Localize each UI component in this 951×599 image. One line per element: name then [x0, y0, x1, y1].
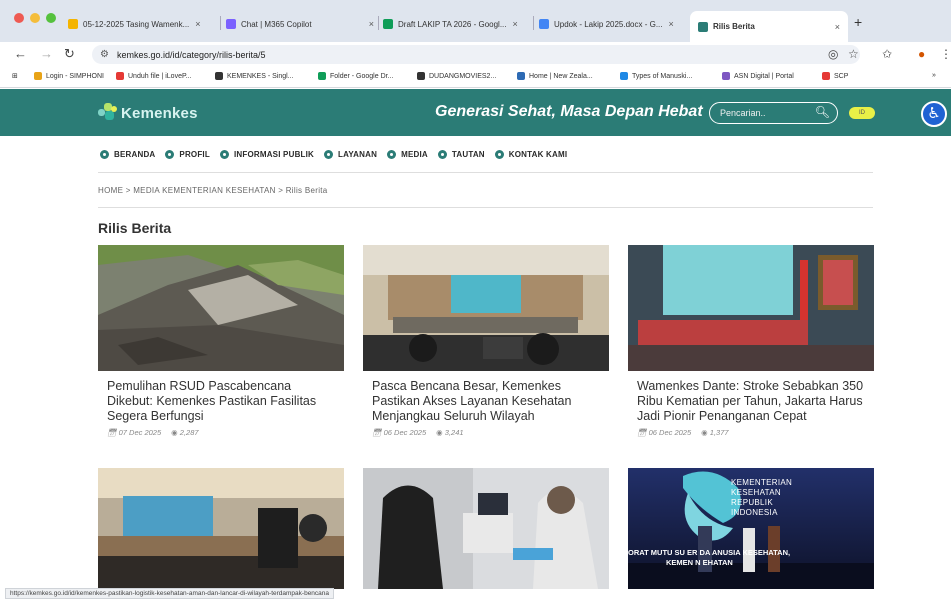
article-views: ◉ 3,241 — [436, 428, 464, 437]
close-window-button[interactable] — [14, 13, 24, 23]
browser-tab-1[interactable]: 05-12-2025 Tasing Wamenk... × — [68, 13, 216, 35]
banner-image[interactable]: KEMENTERIAN KESEHATAN REPUBLIK INDONESIA… — [628, 468, 874, 589]
site-tagline: Generasi Sehat, Masa Depan Hebat — [435, 103, 703, 120]
browser-tab-2[interactable]: Chat | M365 Copilot × — [226, 13, 374, 35]
nav-item-kontak-kami[interactable]: KONTAK KAMI — [494, 150, 568, 159]
close-tab-icon[interactable]: × — [195, 19, 200, 29]
browser-tab-active[interactable]: Rilis Berita × — [690, 11, 848, 42]
banner-caption: ORAT MUTU SU ER DA ANUSIA KESEHATAN, — [628, 548, 791, 557]
main-navigation: BERANDA PROFIL INFORMASI PUBLIK LAYANAN … — [100, 150, 567, 159]
browser-tab-bar: 05-12-2025 Tasing Wamenk... × Chat | M36… — [0, 0, 951, 42]
extensions-icon[interactable]: ✩ — [882, 47, 892, 61]
bookmarks-bar: ⊞ Login - SIMPHONI Unduh file | iLoveP..… — [0, 66, 951, 88]
nav-bullet-icon — [219, 150, 229, 159]
window-controls — [14, 13, 56, 23]
article-views: ◉ 1,377 — [701, 428, 729, 437]
article-image[interactable] — [363, 245, 609, 371]
divider — [98, 172, 873, 173]
kemenkes-logo-icon — [98, 103, 118, 123]
close-tab-icon[interactable]: × — [835, 22, 840, 32]
docs-icon — [539, 19, 549, 29]
forward-icon[interactable]: → — [40, 46, 53, 61]
site-info-icon[interactable]: ⚙ — [100, 49, 109, 60]
page-title: Rilis Berita — [98, 220, 172, 236]
menu-icon[interactable]: ⋮ — [940, 47, 951, 61]
article-card-2[interactable]: Pasca Bencana Besar, Kemenkes Pastikan A… — [363, 245, 609, 437]
article-meta: 📅︎ 06 Dec 2025 ◉ 3,241 — [372, 428, 601, 437]
bookmark-4[interactable]: Folder - Google Dr... — [318, 72, 393, 80]
nav-item-tautan[interactable]: TAUTAN — [437, 150, 485, 159]
browser-tab-4[interactable]: Updok - Lakip 2025.docx - G... × — [539, 13, 685, 35]
article-title[interactable]: Pasca Bencana Besar, Kemenkes Pastikan A… — [372, 379, 601, 424]
nav-item-profil[interactable]: PROFIL — [165, 150, 210, 159]
maximize-window-button[interactable] — [46, 13, 56, 23]
article-card-1[interactable]: Pemulihan RSUD Pascabencana Dikebut: Kem… — [98, 245, 344, 437]
close-tab-icon[interactable]: × — [369, 19, 374, 29]
nav-item-beranda[interactable]: BERANDA — [100, 150, 155, 159]
breadcrumb[interactable]: HOME > MEDIA KEMENTERIAN KESEHATAN > Ril… — [98, 186, 328, 195]
divider — [98, 207, 873, 208]
bookmark-6[interactable]: Home | New Zeala... — [517, 72, 593, 80]
drive-icon — [68, 19, 78, 29]
new-tab-icon[interactable]: + — [854, 14, 862, 30]
browser-status-url: https://kemkes.go.id/id/kemenkes-pastika… — [5, 588, 335, 599]
minimize-window-button[interactable] — [30, 13, 40, 23]
banner-caption-2: KEMEN N EHATAN — [666, 558, 733, 567]
article-date: 📅︎ 06 Dec 2025 — [637, 428, 692, 437]
kemenkes-favicon-icon — [698, 21, 708, 32]
nav-bullet-icon — [165, 150, 175, 159]
nav-bullet-icon — [100, 150, 109, 159]
nav-bullet-icon — [387, 150, 397, 159]
article-image-4[interactable] — [98, 468, 344, 589]
article-meta: 📅︎ 06 Dec 2025 ◉ 1,377 — [637, 428, 866, 437]
article-body: Pasca Bencana Besar, Kemenkes Pastikan A… — [363, 371, 609, 437]
bookmark-1[interactable]: Login - SIMPHONI — [34, 72, 104, 80]
more-bookmarks-icon[interactable]: » — [932, 72, 936, 79]
bookmark-star-icon[interactable]: ☆ — [848, 47, 859, 61]
address-bar-row: ← → ↻ ⚙ kemkes.go.id/id/category/rilis-b… — [0, 42, 951, 66]
article-card-3[interactable]: Wamenkes Dante: Stroke Sebabkan 350 Ribu… — [628, 245, 874, 437]
browser-tab-3[interactable]: Draft LAKIP TA 2026 - Googl... × — [383, 13, 529, 35]
nav-item-layanan[interactable]: LAYANAN — [324, 150, 377, 159]
search-icon[interactable]: 🔍︎ — [815, 105, 830, 119]
article-date: 📅︎ 07 Dec 2025 — [107, 428, 162, 437]
language-toggle[interactable]: ID — [849, 107, 875, 119]
back-icon[interactable]: ← — [14, 46, 27, 61]
bookmark-3[interactable]: KEMENKES - Singl... — [215, 72, 294, 80]
nav-bullet-icon — [437, 150, 447, 159]
close-tab-icon[interactable]: × — [513, 19, 518, 29]
article-views: ◉ 2,287 — [171, 428, 199, 437]
apps-grid-icon[interactable]: ⊞ — [12, 72, 18, 80]
search-input[interactable]: Pencarian.. 🔍︎ — [709, 102, 838, 124]
nav-bullet-icon — [324, 150, 334, 159]
article-meta: 📅︎ 07 Dec 2025 ◉ 2,287 — [107, 428, 336, 437]
reload-icon[interactable]: ↻ — [64, 46, 75, 62]
hide-eye-icon[interactable]: ◎ — [828, 47, 838, 61]
accessibility-icon[interactable]: ♿ — [921, 101, 947, 127]
bookmark-5[interactable]: DUDANGMOVIES2... — [417, 72, 496, 80]
copilot-icon — [226, 19, 236, 29]
article-title[interactable]: Pemulihan RSUD Pascabencana Dikebut: Kem… — [107, 379, 336, 424]
bookmark-2[interactable]: Unduh file | iLoveP... — [116, 72, 192, 80]
nav-item-media[interactable]: MEDIA — [387, 150, 428, 159]
nav-bullet-icon — [494, 150, 504, 159]
article-body: Wamenkes Dante: Stroke Sebabkan 350 Ribu… — [628, 371, 874, 437]
banner-text: KEMENTERIAN KESEHATAN REPUBLIK INDONESIA — [731, 478, 793, 517]
bookmark-9[interactable]: SCP — [822, 72, 848, 80]
profile-icon[interactable]: ● — [918, 47, 925, 61]
nav-item-informasi-publik[interactable]: INFORMASI PUBLIK — [219, 150, 314, 159]
article-date: 📅︎ 06 Dec 2025 — [372, 428, 427, 437]
site-header: Kemenkes Generasi Sehat, Masa Depan Heba… — [0, 89, 951, 136]
kemenkes-logo[interactable]: Kemenkes — [98, 103, 198, 123]
article-title[interactable]: Wamenkes Dante: Stroke Sebabkan 350 Ribu… — [637, 379, 866, 424]
article-body: Pemulihan RSUD Pascabencana Dikebut: Kem… — [98, 371, 344, 437]
article-image-5[interactable] — [363, 468, 609, 589]
article-image[interactable] — [98, 245, 344, 371]
bookmark-8[interactable]: ASN Digital | Portal — [722, 72, 794, 80]
close-tab-icon[interactable]: × — [669, 19, 674, 29]
bookmark-7[interactable]: Types of Manuski... — [620, 72, 692, 80]
url-field[interactable]: ⚙ kemkes.go.id/id/category/rilis-berita/… — [92, 45, 860, 64]
article-image[interactable] — [628, 245, 874, 371]
drive-icon — [383, 19, 393, 29]
